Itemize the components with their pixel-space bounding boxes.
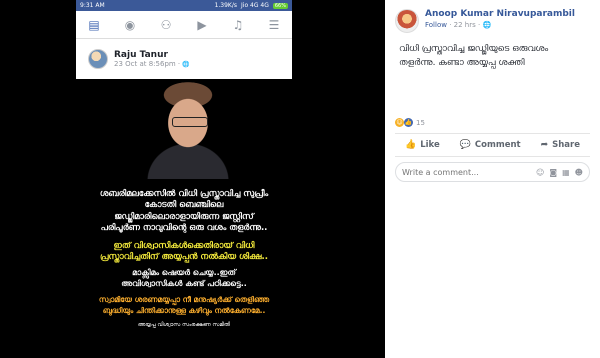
status-speed: 1.39K/s xyxy=(214,2,238,9)
thumbs-up-icon: 👍 xyxy=(404,140,417,150)
share-icon: ➦ xyxy=(540,140,549,150)
comment-icon: 💬 xyxy=(459,140,471,150)
notifications-icon: ♫ xyxy=(232,17,244,32)
caption-line-orange: ബുദ്ധിയും ചിന്തിക്കാനുള്ള കഴിവും നൽകേണമേ… xyxy=(102,305,266,315)
shared-post-image: ശബരിമലക്കേസിൽ വിധി പ്രസ്താവിച്ച സുപ്രീം … xyxy=(76,79,292,358)
shared-post-date: 23 Oct at 8:56pm · xyxy=(114,60,181,68)
portrait-photo xyxy=(126,79,246,179)
comment-button[interactable]: 💬 Comment xyxy=(460,140,521,150)
gif-icon[interactable]: ▦ xyxy=(562,168,570,177)
caption-line: ശബരിമലക്കേസിൽ വിധി പ്രസ്താവിച്ച സുപ്രീം xyxy=(99,189,269,199)
emoji-icon[interactable]: ☺ xyxy=(536,168,544,177)
globe-icon: 🌐 xyxy=(182,61,190,68)
portrait-glasses xyxy=(172,117,208,127)
caption-line-orange: സ്വാമിയേ ശരണമയ്യപ്പാ നീ മനുഷ്യർക്ക് തെളി… xyxy=(98,295,270,305)
like-label: Like xyxy=(420,140,440,150)
post-author-name[interactable]: Anoop Kumar Niravuparambil xyxy=(425,9,575,19)
caption-line-yellow: പ്രസ്താവിച്ചതിന് അയ്യപ്പൻ നൽകിയ ശിക്ഷ.. xyxy=(99,252,269,263)
home-icon: ▤ xyxy=(88,17,100,32)
post-actions: 👍 Like 💬 Comment ➦ Share xyxy=(395,133,590,157)
panel-empty-area xyxy=(385,188,600,358)
friends-icon: ⚇ xyxy=(160,17,172,32)
shared-screenshot[interactable]: 9:31 AM 1.39K/s Jio 4G 4G 66% ▤ ◉ ⚇ ▶ ♫ … xyxy=(76,0,292,358)
battery-badge: 66% xyxy=(272,2,288,9)
globe-icon: 🌐 xyxy=(482,21,492,29)
follow-link[interactable]: Follow xyxy=(425,21,447,29)
share-button[interactable]: ➦ Share xyxy=(541,140,580,150)
caption-line: പരിപൂർണ നാവുവിന്റെ ഒരു വശം തളർന്നു.. xyxy=(100,223,268,234)
like-button[interactable]: 👍 Like xyxy=(405,140,440,150)
shared-post-header: Raju Tanur 23 Oct at 8:56pm · 🌐 xyxy=(76,39,292,79)
image-caption: ശബരിമലക്കേസിൽ വിധി പ്രസ്താവിച്ച സുപ്രീം … xyxy=(76,189,292,329)
reactions-summary[interactable]: ☺ 👍 15 xyxy=(395,118,425,127)
comment-box[interactable]: ☺ ◙ ▦ ☻ xyxy=(395,162,590,182)
status-carrier: Jio 4G 4G xyxy=(241,2,269,9)
post-time[interactable]: 22 hrs xyxy=(454,21,476,29)
caption-line: അവിശ്വാസികൾ കണ്ട് പഠിക്കട്ടെ.. xyxy=(121,278,247,288)
caption-footer: അയ്യപ്പ വിശ്വാസ സംരക്ഷണ സമിതി xyxy=(137,321,231,328)
haha-reaction-icon: ☺ xyxy=(395,118,404,127)
photo-stage: 9:31 AM 1.39K/s Jio 4G 4G 66% ▤ ◉ ⚇ ▶ ♫ … xyxy=(0,0,385,358)
groups-icon: ◉ xyxy=(124,17,136,32)
caption-line-yellow: ഇത് വിശ്വാസികൾക്കെതിരായ് വിധി xyxy=(113,240,255,251)
watch-icon: ▶ xyxy=(197,17,207,32)
camera-icon[interactable]: ◙ xyxy=(549,168,557,177)
like-reaction-icon: 👍 xyxy=(404,118,413,127)
shared-post-author: Raju Tanur xyxy=(114,50,168,60)
post-text: വിധി പ്രസ്താവിച്ച ജഡ്ജിയുടെ ഒരുവശം തളർന്… xyxy=(399,44,549,68)
caption-line: കോടതി ബെഞ്ചിലെ xyxy=(144,200,224,211)
caption-line: ജഡ്ജിമാരിലൊരാളായിരുന്ന ജസ്റ്റിസ് xyxy=(114,211,254,222)
caption-line: മാക്സിമം ഷെയർ ചെയ്യ..ഇത് xyxy=(132,267,236,277)
status-time: 9:31 AM xyxy=(80,2,105,9)
avatar[interactable] xyxy=(395,9,419,33)
reaction-count: 15 xyxy=(416,118,425,127)
comment-label: Comment xyxy=(474,140,521,150)
share-label: Share xyxy=(552,140,580,150)
comment-input[interactable] xyxy=(402,167,512,177)
fb-mobile-nav: ▤ ◉ ⚇ ▶ ♫ ☰ xyxy=(76,11,292,39)
avatar xyxy=(88,49,108,69)
phone-status-bar: 9:31 AM 1.39K/s Jio 4G 4G 66% xyxy=(76,0,292,11)
post-side-panel: Anoop Kumar Niravuparambil Follow · 22 h… xyxy=(385,0,600,358)
sticker-icon[interactable]: ☻ xyxy=(575,168,583,177)
post-author-row: Anoop Kumar Niravuparambil Follow · 22 h… xyxy=(385,0,600,33)
menu-icon: ☰ xyxy=(268,17,280,32)
